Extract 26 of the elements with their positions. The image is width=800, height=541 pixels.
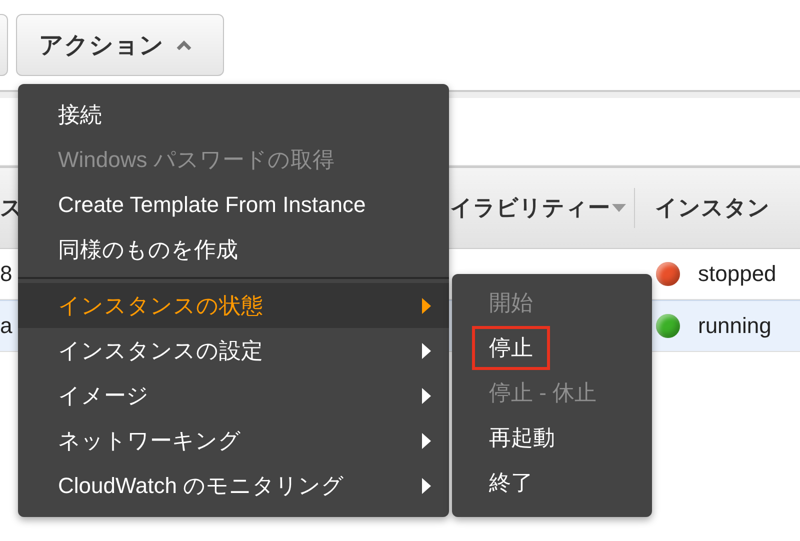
toolbar-button[interactable] [0, 14, 8, 76]
table-cell-text: 8 [0, 261, 14, 287]
table-cell-text: a [0, 313, 14, 339]
menu-item[interactable]: 終了 [472, 460, 550, 504]
sort-caret-icon[interactable] [612, 204, 626, 212]
menu-item[interactable]: 同様のものを作成 [18, 227, 449, 272]
submenu-arrow-icon [422, 478, 431, 494]
status-text: running [698, 313, 772, 339]
menu-item[interactable]: ネットワーキング [18, 418, 449, 463]
menu-item[interactable]: 再起動 [472, 416, 572, 460]
menu-item[interactable]: 停止 [472, 326, 550, 370]
submenu-arrow-icon [422, 342, 431, 358]
status-text: stopped [698, 261, 776, 287]
menu-item[interactable]: CloudWatch のモニタリング [18, 463, 449, 508]
actions-button[interactable]: アクション [16, 14, 224, 76]
submenu-arrow-icon [422, 388, 431, 404]
menu-item[interactable]: Create Template From Instance [18, 182, 449, 227]
submenu-arrow-icon [422, 432, 431, 448]
menu-item[interactable]: インスタンスの状態 [18, 283, 449, 328]
column-header[interactable]: イラビリティー [450, 193, 610, 223]
submenu-arrow-icon [422, 298, 431, 314]
caret-icon [176, 40, 192, 50]
menu-item[interactable]: 接続 [18, 92, 449, 137]
menu-item[interactable]: インスタンスの設定 [18, 328, 449, 373]
menu-item[interactable]: イメージ [18, 373, 449, 418]
column-header[interactable]: インスタン [655, 193, 770, 223]
